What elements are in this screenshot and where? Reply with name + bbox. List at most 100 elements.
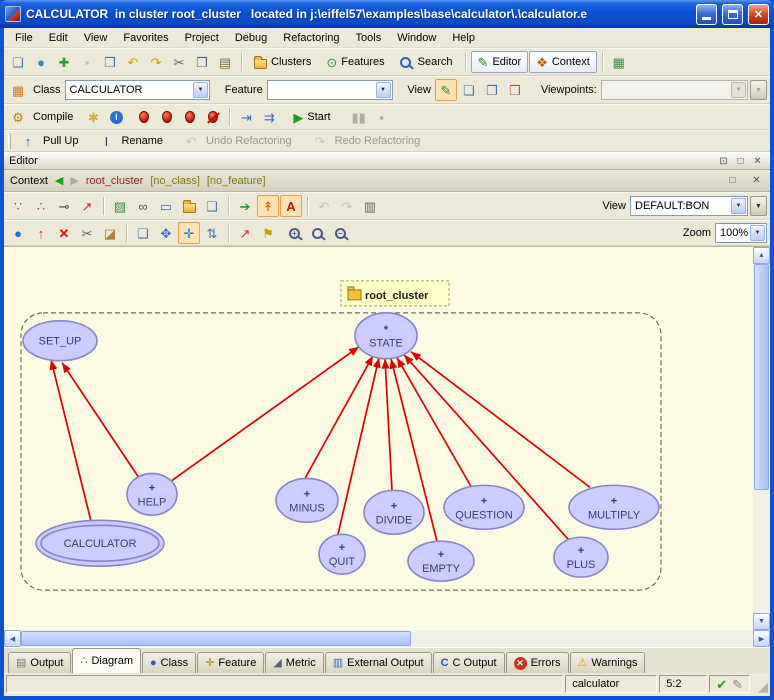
- scroll-down-icon[interactable]: ▼: [753, 613, 770, 630]
- node-quit[interactable]: +QUIT: [319, 534, 365, 574]
- title-bar[interactable]: CALCULATOR in cluster root_cluster locat…: [0, 0, 774, 28]
- clusters-button[interactable]: Clusters: [247, 51, 318, 73]
- node-question[interactable]: +QUESTION: [444, 485, 524, 529]
- melt-key-icon[interactable]: ✱: [82, 106, 104, 128]
- node-help[interactable]: +HELP: [127, 473, 177, 515]
- chevron-down-icon[interactable]: ▼: [193, 82, 208, 98]
- start-button[interactable]: ▶Start: [286, 106, 337, 128]
- redo-icon[interactable]: ↷: [145, 51, 167, 73]
- edge-divide-state[interactable]: [385, 359, 392, 491]
- maximize-context-icon[interactable]: □: [725, 175, 740, 186]
- horizontal-scrollbar[interactable]: ◀ ▶: [4, 630, 770, 647]
- scroll-right-icon[interactable]: ▶: [753, 630, 770, 647]
- menu-favorites[interactable]: Favorites: [115, 30, 176, 46]
- node-calculator[interactable]: CALCULATOR: [36, 520, 164, 566]
- tab-errors[interactable]: ✕Errors: [506, 652, 569, 673]
- zoom-fit-icon[interactable]: [308, 222, 330, 244]
- info-icon[interactable]: i: [105, 106, 127, 128]
- sort-classes-icon[interactable]: ⇅: [201, 222, 223, 244]
- step-over-icon[interactable]: ⇉: [258, 106, 280, 128]
- menu-help[interactable]: Help: [444, 30, 483, 46]
- vertical-scrollbar[interactable]: ▲ ▼: [753, 247, 770, 630]
- crop-diagram-icon[interactable]: ↟: [257, 195, 279, 217]
- features-button[interactable]: ⊙Features: [319, 51, 391, 73]
- menu-window[interactable]: Window: [389, 30, 444, 46]
- diagram-history-icon[interactable]: ▥: [359, 195, 381, 217]
- external-commands-icon[interactable]: ▦: [608, 51, 630, 73]
- close-pane-icon[interactable]: ✕: [750, 156, 765, 167]
- edge-help-state[interactable]: [172, 347, 359, 481]
- undock-pane-icon[interactable]: ⊡: [716, 156, 731, 167]
- scroll-up-icon[interactable]: ▲: [753, 247, 770, 264]
- tab-class[interactable]: ●Class: [142, 652, 196, 673]
- new-window-icon[interactable]: ❏: [7, 51, 29, 73]
- copy-icon[interactable]: ❐: [191, 51, 213, 73]
- close-button[interactable]: ✕: [748, 4, 769, 25]
- menu-tools[interactable]: Tools: [348, 30, 390, 46]
- cut-icon[interactable]: ✂: [168, 51, 190, 73]
- node-minus[interactable]: +MINUS: [276, 478, 338, 522]
- edge-multiply-state[interactable]: [411, 352, 590, 488]
- new-cluster-icon[interactable]: ∴: [30, 195, 52, 217]
- node-plus[interactable]: +PLUS: [554, 537, 608, 577]
- node-divide[interactable]: +DIVIDE: [364, 490, 424, 534]
- open-project-icon[interactable]: ●: [30, 51, 52, 73]
- relation-depth-icon[interactable]: ↗: [234, 222, 256, 244]
- layout-window-icon[interactable]: ❏: [201, 195, 223, 217]
- class-combobox[interactable]: CALCULATOR▼: [65, 80, 210, 100]
- tab-c-output[interactable]: CC Output: [433, 652, 505, 673]
- tab-external-output[interactable]: ▥External Output: [325, 652, 432, 673]
- diagram-view-dropdown-button[interactable]: ▼: [750, 196, 767, 216]
- save-all-icon[interactable]: ❒: [99, 51, 121, 73]
- context-button[interactable]: ❖Context: [529, 51, 597, 73]
- reset-view-icon[interactable]: ↑: [30, 222, 52, 244]
- disable-debug-icon[interactable]: [202, 106, 224, 128]
- chevron-down-icon[interactable]: ▼: [731, 198, 746, 214]
- minimize-button[interactable]: [696, 4, 717, 25]
- paste-icon[interactable]: ▤: [214, 51, 236, 73]
- vertical-scroll-track[interactable]: [753, 490, 770, 613]
- tab-output[interactable]: ▤Output: [8, 652, 71, 673]
- tab-feature[interactable]: ✛Feature: [197, 652, 264, 673]
- diagram-view-combobox[interactable]: DEFAULT:BON▼: [630, 196, 748, 216]
- edge-question-state[interactable]: [397, 358, 471, 487]
- new-class-icon[interactable]: ∵: [7, 195, 29, 217]
- client-link-icon[interactable]: ⊸: [53, 195, 75, 217]
- link-icon[interactable]: ∞: [132, 195, 154, 217]
- eraser-icon[interactable]: ◪: [99, 222, 121, 244]
- node-empty[interactable]: +EMPTY: [408, 541, 474, 581]
- node-set-up[interactable]: SET_UP: [23, 321, 97, 361]
- tab-diagram[interactable]: ∴Diagram: [72, 648, 141, 673]
- node-multiply[interactable]: +MULTIPLY: [569, 485, 659, 529]
- rename-icon[interactable]: I: [95, 130, 117, 152]
- center-diagram-icon[interactable]: ✛: [178, 222, 200, 244]
- view-clients-icon[interactable]: ❐: [481, 79, 503, 101]
- scroll-left-icon[interactable]: ◀: [4, 630, 21, 647]
- inheritance-link-icon[interactable]: ↗: [76, 195, 98, 217]
- view-flat-icon[interactable]: ❏: [458, 79, 480, 101]
- zoom-in-icon[interactable]: +: [285, 222, 307, 244]
- fit-window-icon[interactable]: ▭: [155, 195, 177, 217]
- horizontal-scroll-track[interactable]: [411, 630, 753, 647]
- chevron-down-icon[interactable]: ▼: [376, 82, 391, 98]
- debug-step-icon[interactable]: [156, 106, 178, 128]
- menu-debug[interactable]: Debug: [227, 30, 275, 46]
- zoom-combobox[interactable]: 100%▼: [715, 223, 767, 243]
- view-interface-icon[interactable]: ❒: [504, 79, 526, 101]
- maximize-pane-icon[interactable]: □: [733, 156, 748, 167]
- maximize-button[interactable]: [722, 4, 743, 25]
- flag-icon[interactable]: ⚑: [257, 222, 279, 244]
- resize-grip[interactable]: ◢: [752, 675, 768, 693]
- zoom-out-icon[interactable]: −: [331, 222, 353, 244]
- class-tool-icon[interactable]: ▦: [7, 79, 29, 101]
- diagram-canvas[interactable]: SET_UP*STATE+HELP+MINUS+DIVIDE+QUESTION+…: [4, 247, 753, 630]
- tab-warnings[interactable]: ⚠Warnings: [570, 652, 646, 673]
- edge-minus-state[interactable]: [305, 356, 373, 479]
- undo-icon[interactable]: ↶: [122, 51, 144, 73]
- layout-diagram-icon[interactable]: ✥: [155, 222, 177, 244]
- search-button[interactable]: Search: [393, 51, 460, 73]
- edge-help-setup[interactable]: [62, 363, 138, 477]
- view-editor-icon[interactable]: ✎: [435, 79, 457, 101]
- horizontal-scroll-thumb[interactable]: [21, 631, 411, 646]
- snapshot-icon[interactable]: ▨: [109, 195, 131, 217]
